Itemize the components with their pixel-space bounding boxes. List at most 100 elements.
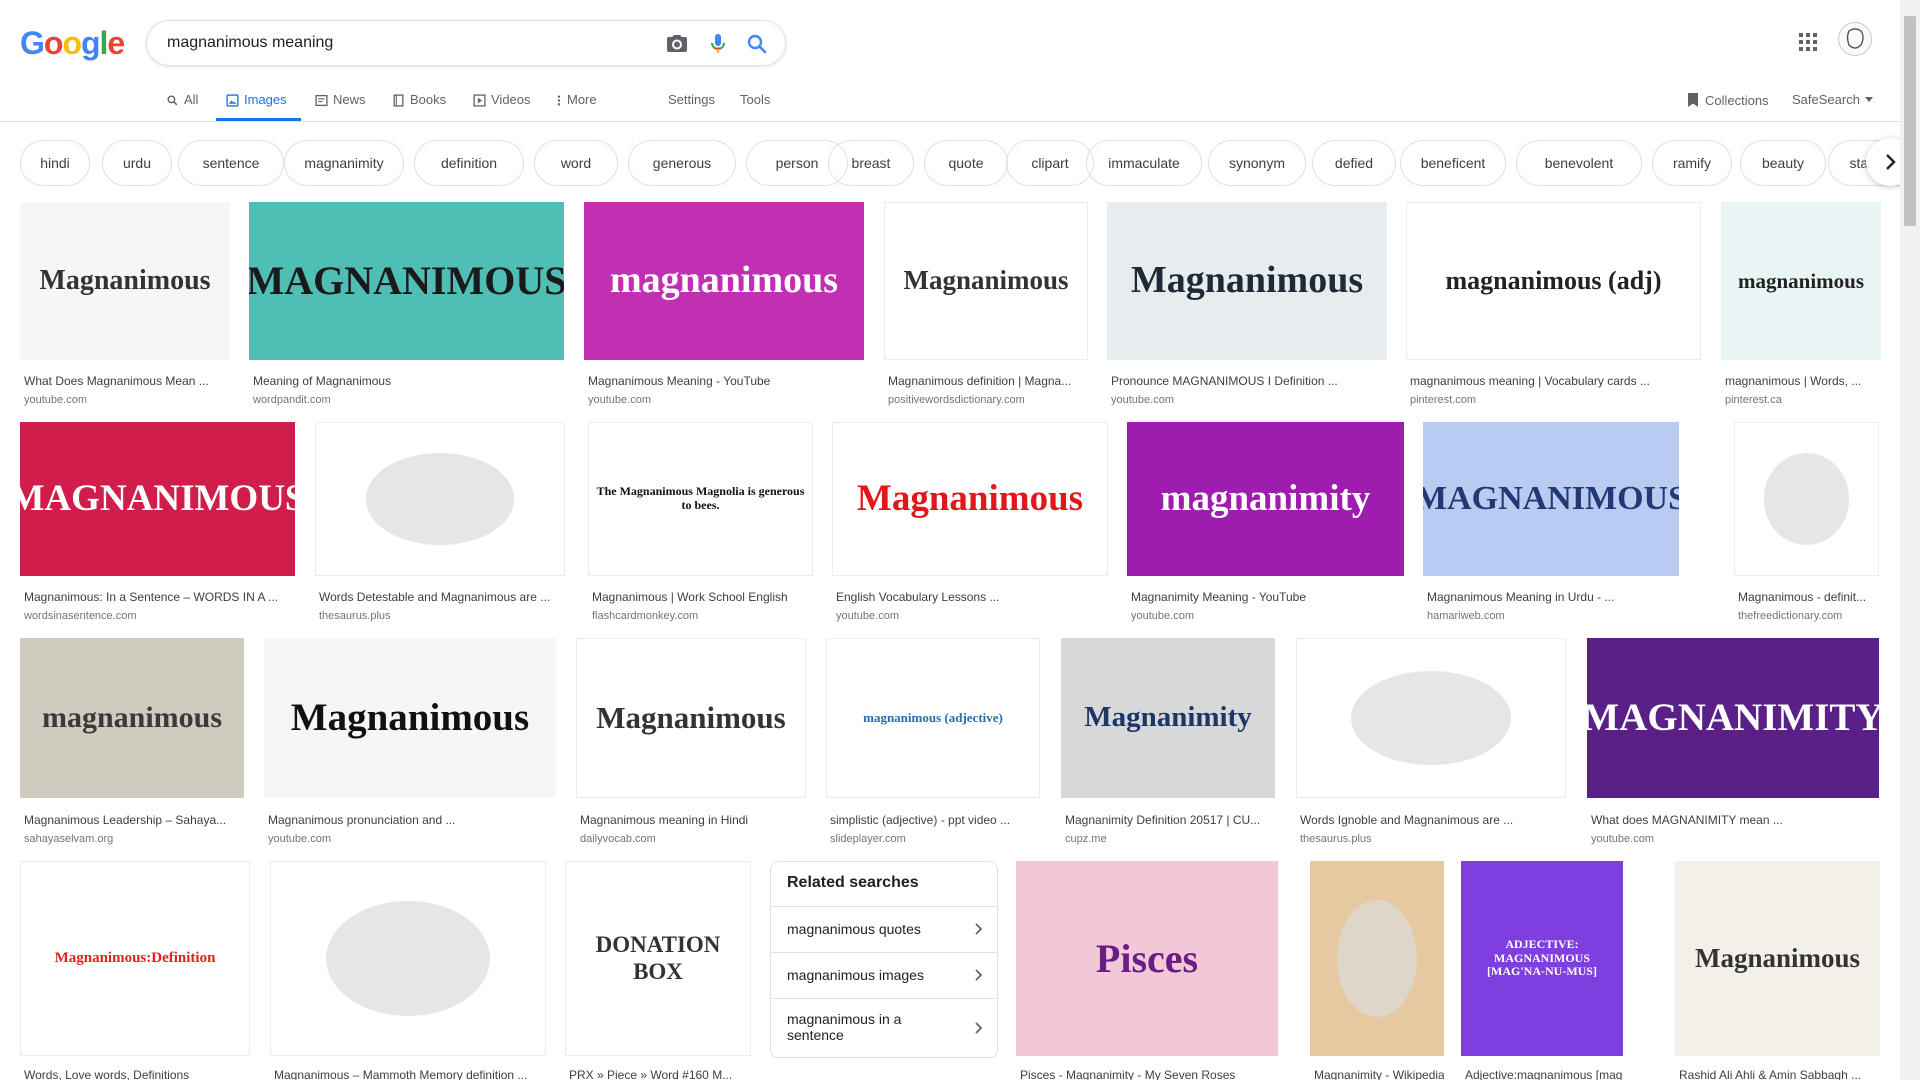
tab-news[interactable]: News	[315, 92, 366, 108]
chip-beauty[interactable]: beauty	[1740, 140, 1826, 186]
collections-link[interactable]: Collections	[1686, 92, 1769, 108]
tab-more[interactable]: More	[556, 92, 597, 108]
result-thumbnail[interactable]: Magnanimous	[264, 638, 556, 798]
chip-defied[interactable]: defied	[1312, 140, 1396, 186]
result-title[interactable]: Magnanimity Definition 20517 | CU...	[1065, 813, 1275, 828]
result-thumbnail[interactable]	[315, 422, 565, 576]
result-thumbnail[interactable]: magnanimous (adjective)	[826, 638, 1040, 798]
chip-breast[interactable]: breast	[828, 140, 914, 186]
result-thumbnail[interactable]: Magnanimous	[832, 422, 1108, 576]
search-input[interactable]	[167, 31, 627, 55]
result-title[interactable]: What does MAGNANIMITY mean ...	[1591, 813, 1879, 828]
result-title[interactable]: Magnanimous - definit...	[1738, 590, 1879, 605]
result-title[interactable]: Magnanimous – Mammoth Memory definition …	[274, 1068, 546, 1080]
result-thumbnail[interactable]	[1734, 422, 1879, 576]
result-thumbnail[interactable]: Magnanimity	[1061, 638, 1275, 798]
chip-sentence[interactable]: sentence	[178, 140, 284, 186]
apps-grid-icon[interactable]	[1796, 30, 1820, 54]
chip-hindi[interactable]: hindi	[20, 140, 90, 186]
tab-settings[interactable]: Settings	[668, 92, 715, 108]
chip-urdu[interactable]: urdu	[102, 140, 172, 186]
chip-benevolent[interactable]: benevolent	[1516, 140, 1642, 186]
result-title[interactable]: Magnanimous Meaning in Urdu - ...	[1427, 590, 1679, 605]
tab-images[interactable]: Images	[226, 92, 287, 108]
related-search-item[interactable]: magnanimous quotes	[771, 906, 997, 952]
chip-generous[interactable]: generous	[628, 140, 736, 186]
result-thumbnail[interactable]: Magnanimous	[576, 638, 806, 798]
result-title[interactable]: simplistic (adjective) - ppt video ...	[830, 813, 1040, 828]
chip-quote[interactable]: quote	[924, 140, 1008, 186]
chip-ramify[interactable]: ramify	[1652, 140, 1732, 186]
result-thumbnail[interactable]: MAGNANIMITY	[1587, 638, 1879, 798]
result-title[interactable]: Rashid Ali Ahli & Amin Sabbagh ...	[1679, 1068, 1880, 1080]
result-thumbnail[interactable]: Magnanimous:Definition	[20, 861, 250, 1056]
result-thumbnail[interactable]: Magnanimous	[1675, 861, 1880, 1056]
result-title[interactable]: What Does Magnanimous Mean ...	[24, 374, 230, 389]
chip-magnanimity[interactable]: magnanimity	[284, 140, 404, 186]
result-title[interactable]: Magnanimous Meaning - YouTube	[588, 374, 864, 389]
result-thumbnail[interactable]: magnanimous	[1721, 202, 1881, 360]
result-title[interactable]: Magnanimous meaning in Hindi	[580, 813, 806, 828]
search-box[interactable]	[146, 20, 786, 66]
result-title[interactable]: Words Ignoble and Magnanimous are ...	[1300, 813, 1566, 828]
result-title[interactable]: magnanimous meaning | Vocabulary cards .…	[1410, 374, 1701, 389]
result-thumbnail[interactable]: Magnanimous	[1107, 202, 1387, 360]
result-thumbnail[interactable]: Magnanimous	[20, 202, 230, 360]
result-thumbnail[interactable]: MAGNANIMOUS	[249, 202, 564, 360]
result-title[interactable]: Magnanimity - Wikipedia	[1314, 1068, 1444, 1080]
chip-definition[interactable]: definition	[414, 140, 524, 186]
camera-icon[interactable]	[665, 32, 689, 56]
result-title[interactable]: magnanimous | Words, ...	[1725, 374, 1881, 389]
more-icon	[557, 95, 561, 105]
tab-all[interactable]: All	[166, 92, 198, 108]
result-title[interactable]: Magnanimous pronunciation and ...	[268, 813, 556, 828]
search-icon[interactable]	[745, 32, 769, 56]
result-thumbnail[interactable]: magnanimity	[1127, 422, 1404, 576]
result-title[interactable]: Pronounce MAGNANIMOUS I Definition ...	[1111, 374, 1387, 389]
result-thumbnail[interactable]: Magnanimous	[884, 202, 1088, 360]
result-thumbnail[interactable]	[1296, 638, 1566, 798]
result-title[interactable]: Words, Love words, Definitions	[24, 1068, 250, 1080]
result-thumbnail[interactable]: magnanimous	[20, 638, 244, 798]
result-thumbnail[interactable]: Pisces	[1016, 861, 1278, 1056]
result-title[interactable]: Magnanimity Meaning - YouTube	[1131, 590, 1404, 605]
result-title[interactable]: Meaning of Magnanimous	[253, 374, 564, 389]
chip-immaculate[interactable]: immaculate	[1086, 140, 1202, 186]
related-search-item[interactable]: magnanimous in a sentence	[771, 998, 997, 1058]
result-title[interactable]: Magnanimous: In a Sentence – WORDS IN A …	[24, 590, 295, 605]
result-thumbnail[interactable]: ADJECTIVE: MAGNANIMOUS [MAG'NA-NU-MUS]	[1461, 861, 1623, 1056]
result-thumbnail[interactable]	[270, 861, 546, 1056]
result-title[interactable]: Magnanimous | Work School English	[592, 590, 813, 605]
related-search-item[interactable]: magnanimous images	[771, 952, 997, 998]
tab-videos[interactable]: Videos	[473, 92, 531, 108]
avatar[interactable]	[1838, 22, 1872, 56]
result-thumbnail[interactable]: DONATION BOX	[565, 861, 751, 1056]
thumbnail-text: Pisces	[1095, 935, 1199, 981]
result-thumbnail[interactable]: magnanimous (adj)	[1406, 202, 1701, 360]
result-title[interactable]: Words Detestable and Magnanimous are ...	[319, 590, 565, 605]
tab-tools[interactable]: Tools	[740, 92, 770, 108]
chip-clipart[interactable]: clipart	[1006, 140, 1094, 186]
chip-beneficent[interactable]: beneficent	[1400, 140, 1506, 186]
tab-label: Tools	[740, 92, 771, 107]
scrollbar-thumb[interactable]	[1904, 16, 1916, 226]
result-source: youtube.com	[588, 394, 651, 406]
video-icon	[473, 93, 486, 107]
google-logo[interactable]: Google	[20, 24, 125, 62]
result-title[interactable]: Magnanimous Leadership – Sahaya...	[24, 813, 244, 828]
result-title[interactable]: Adjective:magnanimous [mag ...	[1465, 1068, 1623, 1080]
result-thumbnail[interactable]: MAGNANIMOUS	[1423, 422, 1679, 576]
result-title[interactable]: Magnanimous definition | Magna...	[888, 374, 1088, 389]
result-thumbnail[interactable]: MAGNANIMOUS	[20, 422, 295, 576]
chip-synonym[interactable]: synonym	[1208, 140, 1306, 186]
result-title[interactable]: PRX » Piece » Word #160 M...	[569, 1068, 751, 1080]
microphone-icon[interactable]	[706, 32, 730, 56]
result-thumbnail[interactable]: magnanimous	[584, 202, 864, 360]
result-title[interactable]: Pisces - Magnanimity - My Seven Roses	[1020, 1068, 1278, 1080]
result-thumbnail[interactable]	[1310, 861, 1444, 1056]
result-title[interactable]: English Vocabulary Lessons ...	[836, 590, 1108, 605]
tab-books[interactable]: Books	[392, 92, 446, 108]
chip-word[interactable]: word	[534, 140, 618, 186]
safesearch-menu[interactable]: SafeSearch	[1792, 92, 1873, 107]
result-thumbnail[interactable]: The Magnanimous Magnolia is generous to …	[588, 422, 813, 576]
